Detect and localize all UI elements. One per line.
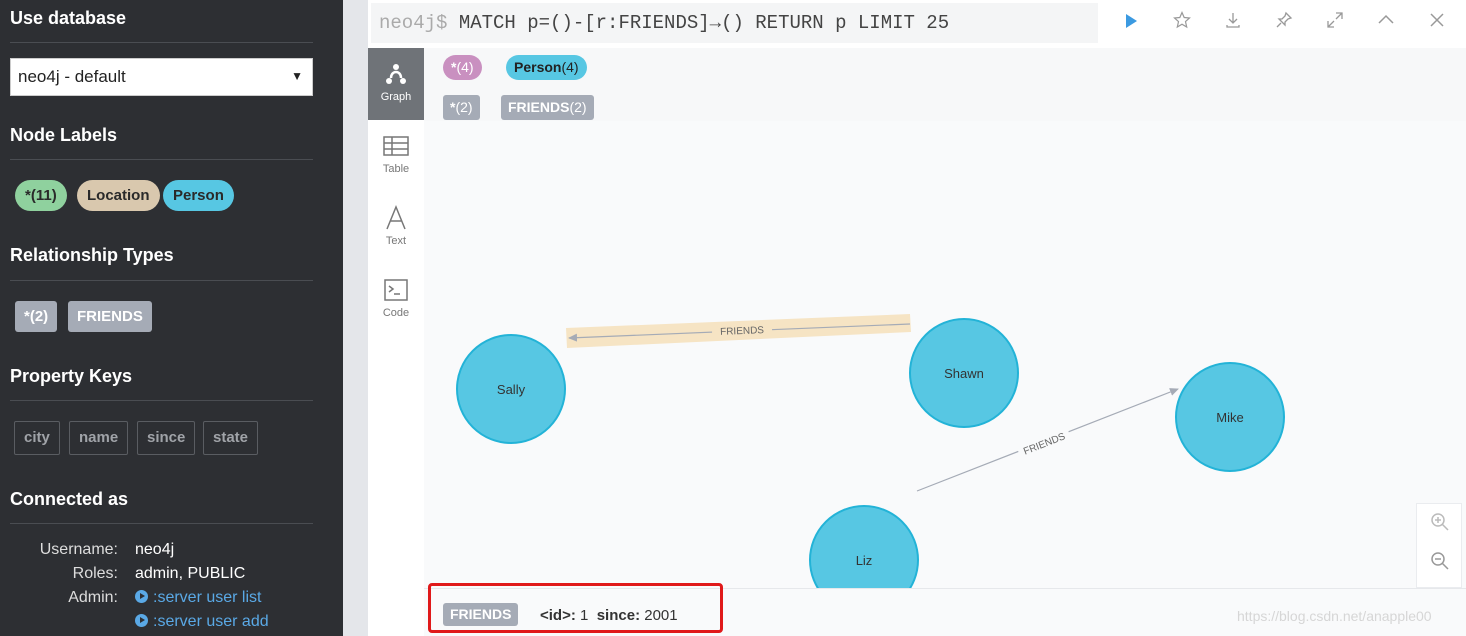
query-editor-bar: neo4j$ MATCH p=()-[r:FRIENDS]→() RETURN …: [368, 0, 1466, 48]
relationship-label: FRIENDS: [1022, 431, 1067, 457]
legend-node-person-count: (4): [561, 59, 579, 75]
node-liz[interactable]: Liz: [809, 505, 919, 615]
use-database-title: Use database: [10, 8, 127, 28]
code-icon: [384, 279, 408, 301]
graph-svg: FRIENDS FRIENDS Sally Shawn Mike Liz: [456, 314, 1285, 615]
property-key-name[interactable]: name: [69, 421, 129, 455]
node-sally[interactable]: Sally: [456, 334, 566, 444]
view-text-label: Text: [385, 235, 407, 247]
query-input[interactable]: neo4j$ MATCH p=()-[r:FRIENDS]→() RETURN …: [371, 3, 1098, 43]
view-table-label: Table: [382, 163, 410, 175]
roles-value: admin, PUBLIC: [135, 565, 246, 582]
node-label-location[interactable]: Location: [77, 180, 160, 211]
legend-rel-friends-label: FRIENDS: [508, 99, 570, 115]
table-icon: [383, 136, 409, 156]
relationship-type-all[interactable]: *(2): [15, 301, 58, 332]
zoom-out-icon[interactable]: [1425, 551, 1455, 581]
username-label: Username:: [39, 541, 118, 558]
legend-node-person[interactable]: Person(4): [506, 55, 587, 80]
collapse-icon[interactable]: [1371, 8, 1401, 38]
admin-row-2: :server user add: [0, 613, 343, 636]
legend-rel-all[interactable]: *(2): [443, 95, 480, 120]
database-sidebar: Use database neo4j - default ▼ Node Labe…: [0, 0, 343, 636]
annotation-highlight-box: [428, 583, 723, 633]
roles-row: Roles: admin, PUBLIC: [0, 565, 343, 589]
view-table-tab[interactable]: Table: [368, 120, 424, 192]
relationship-shawn-sally[interactable]: FRIENDS: [566, 314, 911, 348]
connected-as-title: Connected as: [10, 489, 129, 509]
play-circle-icon: [135, 614, 148, 627]
divider: [10, 280, 313, 281]
property-key-city[interactable]: city: [14, 421, 60, 455]
view-text-tab[interactable]: Text: [368, 192, 424, 264]
divider: [10, 159, 313, 160]
admin-label: Admin:: [68, 589, 118, 606]
expand-icon[interactable]: [1320, 8, 1350, 38]
legend-node-all[interactable]: *(4): [443, 55, 482, 80]
view-graph-tab[interactable]: Graph: [368, 48, 424, 120]
neo4j-browser: Use database neo4j - default ▼ Node Labe…: [0, 0, 1466, 636]
property-keys-title: Property Keys: [10, 366, 133, 386]
node-caption: Liz: [856, 553, 873, 568]
query-text: MATCH p=()-[r:FRIENDS]→() RETURN p LIMIT…: [447, 12, 950, 34]
pin-icon[interactable]: [1269, 8, 1299, 38]
close-icon[interactable]: [1422, 8, 1452, 38]
server-user-list-text: :server user list: [153, 589, 262, 606]
node-shawn[interactable]: Shawn: [909, 318, 1019, 428]
server-user-add-link[interactable]: :server user add: [135, 613, 269, 631]
graph-icon: [386, 64, 406, 84]
view-code-label: Code: [382, 307, 410, 319]
legend-rel-all-count: (2): [455, 99, 473, 115]
legend-rel-friends-count: (2): [569, 99, 587, 115]
legend-node-person-label: Person: [514, 59, 562, 75]
property-key-state[interactable]: state: [203, 421, 259, 455]
graph-canvas[interactable]: FRIENDS FRIENDS Sally Shawn Mike Liz: [424, 121, 1466, 615]
zoom-in-icon[interactable]: [1425, 512, 1455, 542]
result-frame: Graph Table Text Code *(4) Person(4) *(2…: [368, 48, 1466, 636]
view-graph-label: Graph: [380, 91, 412, 103]
divider: [10, 42, 313, 43]
username-row: Username: neo4j: [0, 541, 343, 565]
node-mike[interactable]: Mike: [1175, 362, 1285, 472]
roles-label: Roles:: [72, 565, 118, 582]
node-label-person[interactable]: Person: [163, 180, 234, 211]
play-icon[interactable]: [1116, 8, 1146, 38]
divider: [10, 523, 313, 524]
sidebar-gutter: [343, 0, 368, 636]
admin-row: Admin: :server user list: [0, 589, 343, 613]
zoom-controls: [1416, 503, 1462, 588]
relationship-types-title: Relationship Types: [10, 245, 174, 265]
star-icon[interactable]: [1167, 8, 1197, 38]
node-caption: Shawn: [944, 366, 984, 381]
node-caption: Sally: [497, 382, 526, 397]
username-value: neo4j: [135, 541, 175, 558]
node-circle: [809, 505, 919, 615]
server-user-list-link[interactable]: :server user list: [135, 589, 261, 607]
play-circle-icon: [135, 590, 148, 603]
node-label-all[interactable]: *(11): [15, 180, 67, 211]
caret-down-icon: ▼: [291, 69, 303, 83]
node-labels-title: Node Labels: [10, 125, 118, 145]
divider: [10, 400, 313, 401]
legend-rel-friends[interactable]: FRIENDS(2): [501, 95, 594, 120]
database-select-value: neo4j - default: [18, 67, 126, 86]
property-key-since[interactable]: since: [137, 421, 196, 455]
graph-legend: *(4) Person(4) *(2) FRIENDS(2): [424, 48, 1466, 121]
relationship-label: FRIENDS: [720, 325, 765, 338]
watermark: https://blog.csdn.net/anapple00: [1237, 608, 1432, 624]
server-user-add-text: :server user add: [153, 613, 269, 630]
database-select[interactable]: neo4j - default ▼: [10, 58, 313, 96]
download-icon[interactable]: [1218, 8, 1248, 38]
text-icon: [386, 205, 406, 230]
view-code-tab[interactable]: Code: [368, 264, 424, 336]
node-caption: Mike: [1216, 410, 1243, 425]
view-switcher: Graph Table Text Code: [368, 48, 424, 636]
query-prompt: neo4j$: [379, 12, 448, 34]
legend-node-all-count: (4): [456, 59, 474, 75]
relationship-type-friends[interactable]: FRIENDS: [68, 301, 152, 332]
